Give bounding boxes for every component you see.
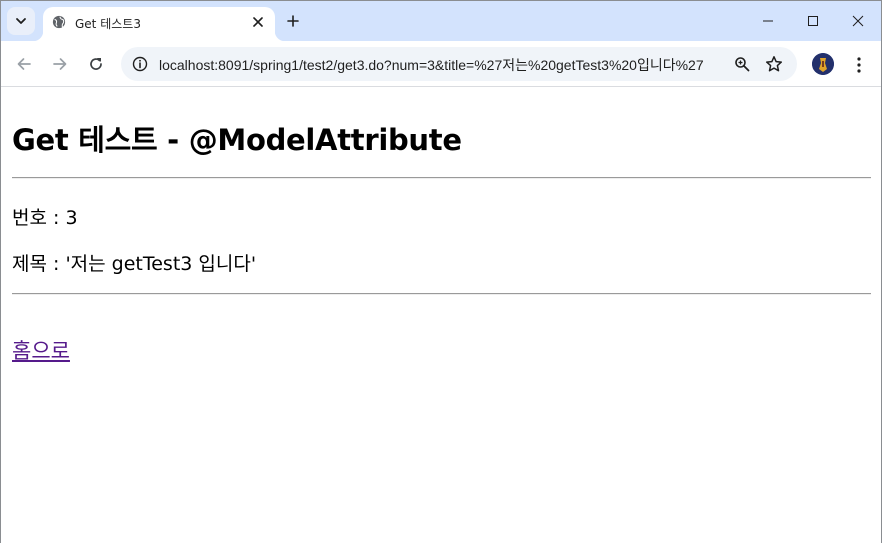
- title-line: 제목 : '저는 getTest3 입니다': [12, 253, 257, 275]
- divider: [12, 293, 871, 295]
- browser-toolbar: localhost:8091/spring1/test2/get3.do?num…: [1, 41, 881, 87]
- maximize-icon: [808, 16, 818, 26]
- back-button[interactable]: [10, 50, 38, 78]
- divider: [12, 177, 871, 179]
- close-icon: [852, 15, 864, 27]
- arrow-right-icon: [53, 58, 67, 70]
- tab-close-button[interactable]: [249, 13, 267, 31]
- tab-strip: Get 테스트3: [1, 1, 881, 41]
- url-text[interactable]: localhost:8091/spring1/test2/get3.do?num…: [159, 55, 704, 75]
- home-link[interactable]: 홈으로: [12, 335, 70, 365]
- globe-icon: [52, 15, 66, 29]
- num-line: 번호 : 3: [12, 207, 78, 229]
- star-icon: [765, 56, 783, 72]
- tab-active[interactable]: Get 테스트3: [33, 7, 285, 41]
- info-icon: [132, 56, 148, 72]
- arrow-left-icon: [17, 58, 31, 70]
- minimize-icon: [763, 20, 773, 22]
- profile-avatar[interactable]: [812, 53, 834, 75]
- avatar-icon: [812, 53, 834, 75]
- window-close-button[interactable]: [843, 6, 873, 36]
- maximize-button[interactable]: [798, 6, 828, 36]
- zoom-button[interactable]: [730, 52, 754, 76]
- reload-button[interactable]: [82, 50, 110, 78]
- chevron-down-icon: [16, 18, 26, 24]
- page-title: Get 테스트 - @ModelAttribute: [12, 123, 462, 157]
- close-icon: [253, 17, 263, 27]
- page-content: Get 테스트 - @ModelAttribute 번호 : 3 제목 : '저…: [1, 88, 881, 543]
- new-tab-button[interactable]: [281, 9, 305, 33]
- plus-icon: [287, 15, 299, 27]
- zoom-icon: [735, 57, 750, 72]
- tab-title: Get 테스트3: [75, 17, 141, 31]
- site-info-button[interactable]: [127, 51, 153, 77]
- forward-button[interactable]: [46, 50, 74, 78]
- address-bar[interactable]: localhost:8091/spring1/test2/get3.do?num…: [121, 47, 797, 81]
- kebab-menu-icon: [857, 57, 861, 73]
- tab-search-button[interactable]: [7, 7, 35, 35]
- bookmark-button[interactable]: [762, 52, 786, 76]
- reload-icon: [90, 58, 102, 70]
- minimize-button[interactable]: [753, 6, 783, 36]
- browser-window: Get 테스트3 localhost:8091/spring1/test2/ge…: [0, 0, 882, 543]
- browser-menu-button[interactable]: [847, 53, 871, 77]
